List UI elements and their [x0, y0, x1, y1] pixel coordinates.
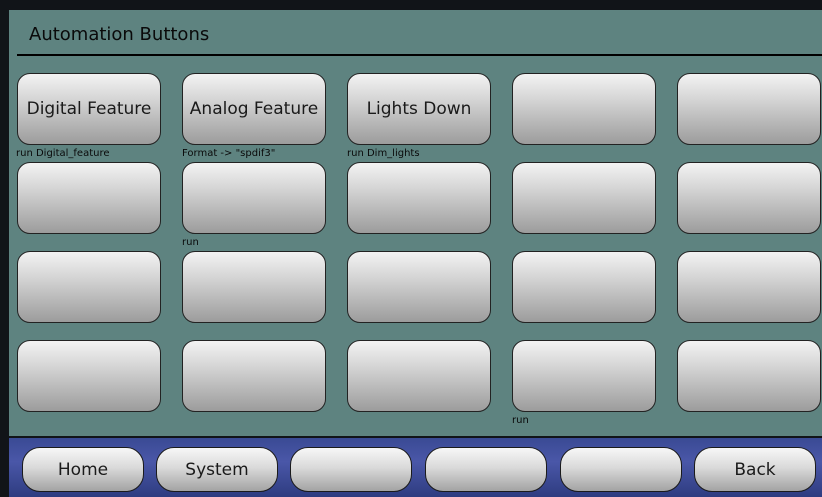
automation-button-r3c2[interactable] [347, 340, 491, 412]
automation-button-r2c0[interactable] [17, 251, 161, 323]
title-divider [17, 54, 822, 56]
automation-button-r3c0[interactable] [17, 340, 161, 412]
command-label-r0c1: Format -> "spdif3" [182, 148, 276, 159]
nav-button-4[interactable] [425, 447, 547, 492]
command-label-r0c0: run Digital_feature [16, 148, 110, 159]
back-button[interactable]: Back [694, 447, 816, 492]
nav-button-5[interactable] [560, 447, 682, 492]
automation-button-r2c4[interactable] [677, 251, 821, 323]
automation-button-r0c4[interactable] [677, 73, 821, 145]
command-label-r1c1: run [182, 237, 199, 248]
automation-button-r1c3[interactable] [512, 162, 656, 234]
home-button[interactable]: Home [22, 447, 144, 492]
automation-button-r3c3[interactable] [512, 340, 656, 412]
automation-button-r1c1[interactable] [182, 162, 326, 234]
automation-button-r3c1[interactable] [182, 340, 326, 412]
automation-panel: Automation Buttons Digital Feature Analo… [9, 10, 822, 436]
automation-button-r0c1[interactable]: Analog Feature [182, 73, 326, 145]
automation-button-r0c3[interactable] [512, 73, 656, 145]
automation-button-r0c2[interactable]: Lights Down [347, 73, 491, 145]
automation-button-r1c0[interactable] [17, 162, 161, 234]
automation-button-r2c1[interactable] [182, 251, 326, 323]
nav-button-3[interactable] [290, 447, 412, 492]
system-button[interactable]: System [156, 447, 278, 492]
automation-button-r2c3[interactable] [512, 251, 656, 323]
automation-button-r1c2[interactable] [347, 162, 491, 234]
command-label-r0c2: run Dim_lights [347, 148, 420, 159]
bottom-nav-bar: Home System Back [9, 438, 822, 497]
page-title: Automation Buttons [29, 24, 210, 45]
automation-button-r0c0[interactable]: Digital Feature [17, 73, 161, 145]
automation-button-r2c2[interactable] [347, 251, 491, 323]
command-label-r3c3: run [512, 415, 529, 426]
automation-button-r3c4[interactable] [677, 340, 821, 412]
automation-button-r1c4[interactable] [677, 162, 821, 234]
